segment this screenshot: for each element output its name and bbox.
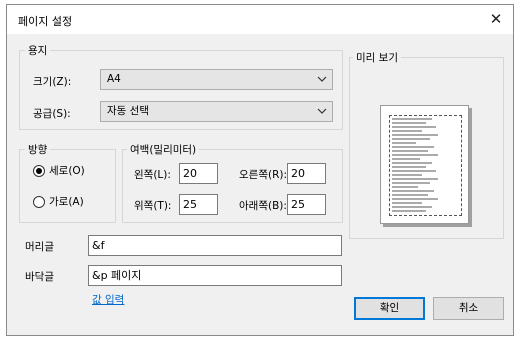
paper-source-value: 자동 선택 — [107, 105, 149, 117]
page-setup-dialog: 페이지 설정 ✕ 용지 크기(Z): A4 공급(S): 자동 선택 방향 세로… — [6, 4, 514, 336]
footer-input[interactable]: &p 페이지 — [88, 265, 342, 286]
dialog-title: 페이지 설정 — [18, 15, 73, 28]
margin-top-input[interactable]: 25 — [179, 194, 218, 215]
close-icon[interactable]: ✕ — [485, 8, 507, 30]
chevron-down-icon — [317, 76, 327, 82]
paper-size-label: 크기(Z): — [33, 76, 72, 88]
preview-legend: 미리 보기 — [353, 50, 401, 65]
paper-size-value: A4 — [107, 73, 121, 85]
title-bar: 페이지 설정 ✕ — [7, 5, 513, 34]
margins-legend: 여백(밀리미터) — [127, 142, 200, 157]
preview-text-lines — [392, 118, 438, 212]
cancel-button[interactable]: 취소 — [433, 297, 504, 320]
landscape-radio[interactable]: 가로(A) — [33, 194, 84, 209]
portrait-radio[interactable]: 세로(O) — [33, 163, 85, 178]
margin-right-label: 오른쪽(R): — [239, 169, 288, 181]
orientation-group — [19, 149, 116, 223]
margin-right-input[interactable]: 20 — [287, 163, 326, 184]
margin-bottom-label: 아래쪽(B): — [239, 200, 287, 212]
margin-top-label: 위쪽(T): — [134, 200, 172, 212]
enter-value-link[interactable]: 값 입력 — [92, 292, 124, 307]
paper-source-select[interactable]: 자동 선택 — [100, 101, 333, 122]
margin-bottom-input[interactable]: 25 — [287, 194, 326, 215]
footer-label: 바닥글 — [25, 271, 54, 283]
radio-selected-icon — [33, 164, 45, 177]
chevron-down-icon — [317, 108, 327, 114]
radio-unselected-icon — [33, 195, 45, 208]
paper-size-select[interactable]: A4 — [100, 69, 333, 90]
orientation-legend: 방향 — [25, 142, 51, 157]
header-input[interactable]: &f — [88, 235, 342, 256]
ok-button[interactable]: 확인 — [354, 297, 425, 320]
paper-legend: 용지 — [25, 43, 51, 58]
portrait-label: 세로(O) — [49, 165, 85, 177]
margin-left-label: 왼쪽(L): — [134, 169, 171, 181]
margin-left-input[interactable]: 20 — [179, 163, 218, 184]
page-preview — [380, 105, 469, 224]
paper-source-label: 공급(S): — [33, 108, 71, 120]
header-label: 머리글 — [25, 241, 54, 253]
landscape-label: 가로(A) — [49, 196, 84, 208]
